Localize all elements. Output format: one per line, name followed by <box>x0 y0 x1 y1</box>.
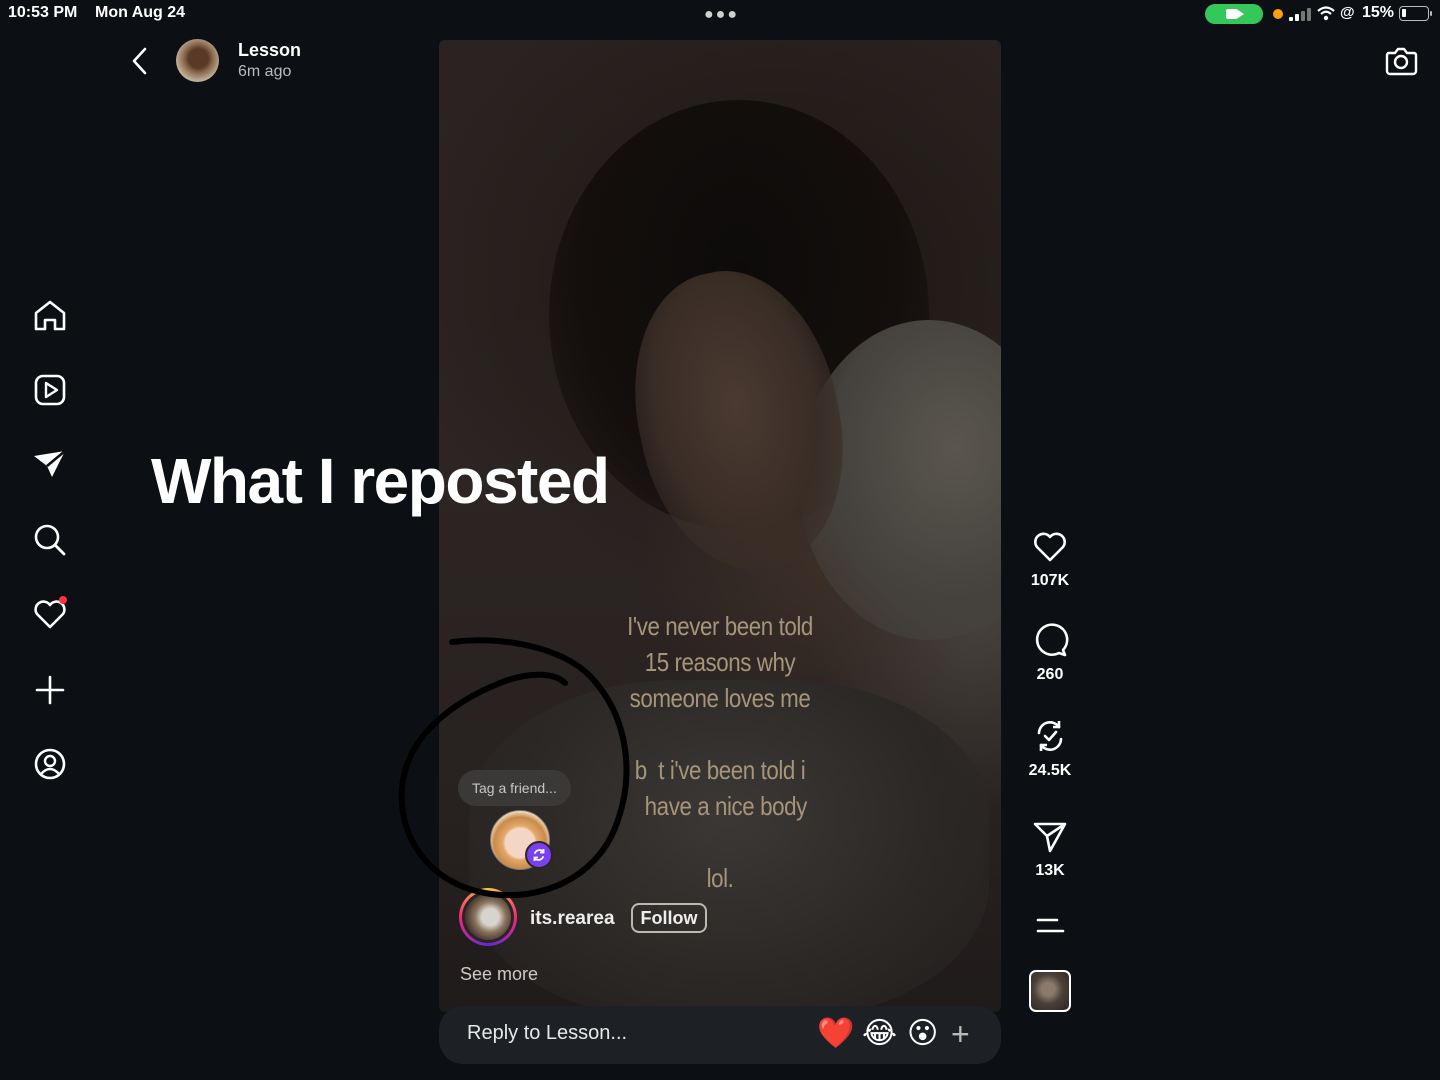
tag-friend-button[interactable]: Tag a friend... <box>458 770 571 806</box>
send-icon <box>1033 822 1067 853</box>
post-author-name[interactable]: its.rearea <box>530 908 615 930</box>
sidebar-item-reels[interactable] <box>30 370 70 410</box>
comment-icon <box>1035 623 1069 657</box>
multitasking-dots-icon[interactable]: ●●● <box>704 6 739 24</box>
sidebar-item-direct[interactable] <box>30 444 70 484</box>
see-more-link[interactable]: See more <box>460 964 538 985</box>
sidebar-item-profile[interactable] <box>30 744 70 784</box>
story-author-name[interactable]: Lesson <box>238 40 301 61</box>
reels-icon <box>34 374 66 406</box>
create-icon <box>35 675 65 705</box>
repost-badge <box>525 841 553 869</box>
notification-dot <box>59 596 67 604</box>
battery-icon <box>1399 6 1432 21</box>
mic-indicator-icon <box>1273 9 1283 19</box>
sidebar-item-home[interactable] <box>30 296 70 336</box>
search-icon <box>34 524 66 556</box>
camera-button[interactable] <box>1383 42 1419 78</box>
home-icon <box>34 300 66 331</box>
status-bar: 10:53 PM Mon Aug 24 ●●● @ 15% <box>0 0 1440 28</box>
add-reaction-button[interactable]: + <box>951 1016 970 1052</box>
story-author-avatar[interactable] <box>176 39 219 82</box>
share-button[interactable]: 13K <box>1010 816 1090 880</box>
avatar-image <box>465 894 511 940</box>
status-date: Mon Aug 24 <box>95 4 186 21</box>
back-button[interactable] <box>126 44 154 78</box>
post-overlay-text: I've never been told 15 reasons why some… <box>627 611 813 713</box>
heart-icon <box>1034 532 1066 562</box>
more-lines-icon <box>1036 918 1065 933</box>
repost-icon <box>1037 721 1063 751</box>
follow-button[interactable]: Follow <box>631 903 707 933</box>
annotation-caption: What I reposted <box>151 445 610 517</box>
comment-count: 260 <box>1036 666 1064 683</box>
more-options-button[interactable] <box>1010 912 1090 942</box>
story-time-ago: 6m ago <box>238 63 292 80</box>
share-count: 13K <box>1035 862 1065 879</box>
quick-reaction-wow[interactable]: 😮 <box>907 1016 938 1052</box>
sidebar-item-create[interactable] <box>30 670 70 710</box>
repost-button[interactable]: 24.5K <box>1010 716 1090 780</box>
post-overlay-text: lol. <box>706 863 734 893</box>
repost-count: 24.5K <box>1028 762 1072 779</box>
location-icon: @ <box>1340 4 1355 21</box>
profile-icon <box>34 748 66 780</box>
camera-icon <box>1385 47 1418 76</box>
camera-in-use-icon <box>1205 4 1263 24</box>
quick-reaction-heart[interactable]: ❤️ <box>817 1016 854 1052</box>
cellular-signal-icon <box>1289 7 1313 21</box>
chevron-left-icon <box>132 47 147 75</box>
wifi-icon <box>1317 6 1335 21</box>
comment-button[interactable]: 260 <box>1010 620 1090 684</box>
battery-percent: 15% <box>1362 4 1395 21</box>
like-count: 107K <box>1030 572 1070 589</box>
reply-bar: Reply to Lesson... ❤️ 😂 😮 + <box>439 1006 1001 1064</box>
post-author-avatar[interactable] <box>459 888 517 946</box>
sidebar-item-notifications[interactable] <box>30 594 70 634</box>
reply-input[interactable]: Reply to Lesson... <box>467 1022 627 1045</box>
story-post[interactable]: I've never been told 15 reasons why some… <box>439 40 1001 1012</box>
direct-icon <box>34 450 66 477</box>
repost-icon <box>533 849 545 861</box>
quick-reaction-laugh[interactable]: 😂 <box>862 1016 897 1052</box>
sidebar-item-search[interactable] <box>30 520 70 560</box>
like-button[interactable]: 107K <box>1010 526 1090 590</box>
audio-thumbnail[interactable] <box>1029 970 1071 1012</box>
status-time: 10:53 PM <box>8 4 78 21</box>
